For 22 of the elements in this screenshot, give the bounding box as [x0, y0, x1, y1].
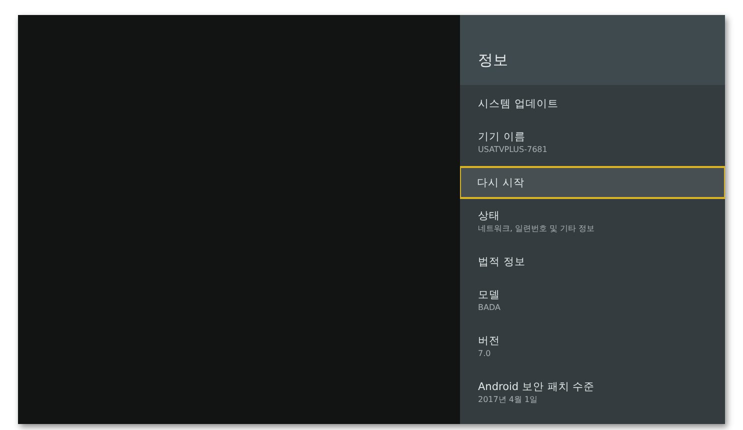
item-subtitle: USATVPLUS-7681 — [478, 144, 548, 156]
settings-item[interactable]: 기기 이름 USATVPLUS-7681 — [460, 120, 725, 166]
item-subtitle: 2017년 4월 1일 — [478, 394, 539, 406]
item-subtitle: 7.0 — [478, 348, 492, 360]
settings-item[interactable]: 상태 네트워크, 일련번호 및 기타 정보 — [460, 199, 725, 245]
settings-item[interactable]: 버전 7.0 — [460, 324, 725, 370]
item-label: 상태 — [478, 209, 501, 223]
panel-title: 정보 — [478, 50, 508, 70]
settings-item[interactable]: 모델 BADA — [460, 278, 725, 324]
item-subtitle: 네트워크, 일련번호 및 기타 정보 — [478, 223, 596, 235]
item-subtitle: BADA — [478, 302, 502, 314]
settings-item[interactable]: Android 보안 패치 수준 2017년 4월 1일 — [460, 370, 725, 416]
settings-item[interactable]: 시스템 업데이트 — [460, 87, 725, 120]
item-label: 다시 시작 — [477, 176, 526, 190]
item-label: 버전 — [478, 334, 501, 348]
settings-item[interactable]: 다시 시작 — [460, 166, 725, 199]
item-label: 시스템 업데이트 — [478, 96, 560, 110]
item-label: 모델 — [478, 288, 501, 302]
item-label: 법적 정보 — [478, 254, 526, 268]
item-label: 기기 이름 — [478, 130, 526, 144]
settings-item[interactable]: 법적 정보 — [460, 245, 725, 278]
item-label: Android 보안 패치 수준 — [478, 380, 596, 394]
